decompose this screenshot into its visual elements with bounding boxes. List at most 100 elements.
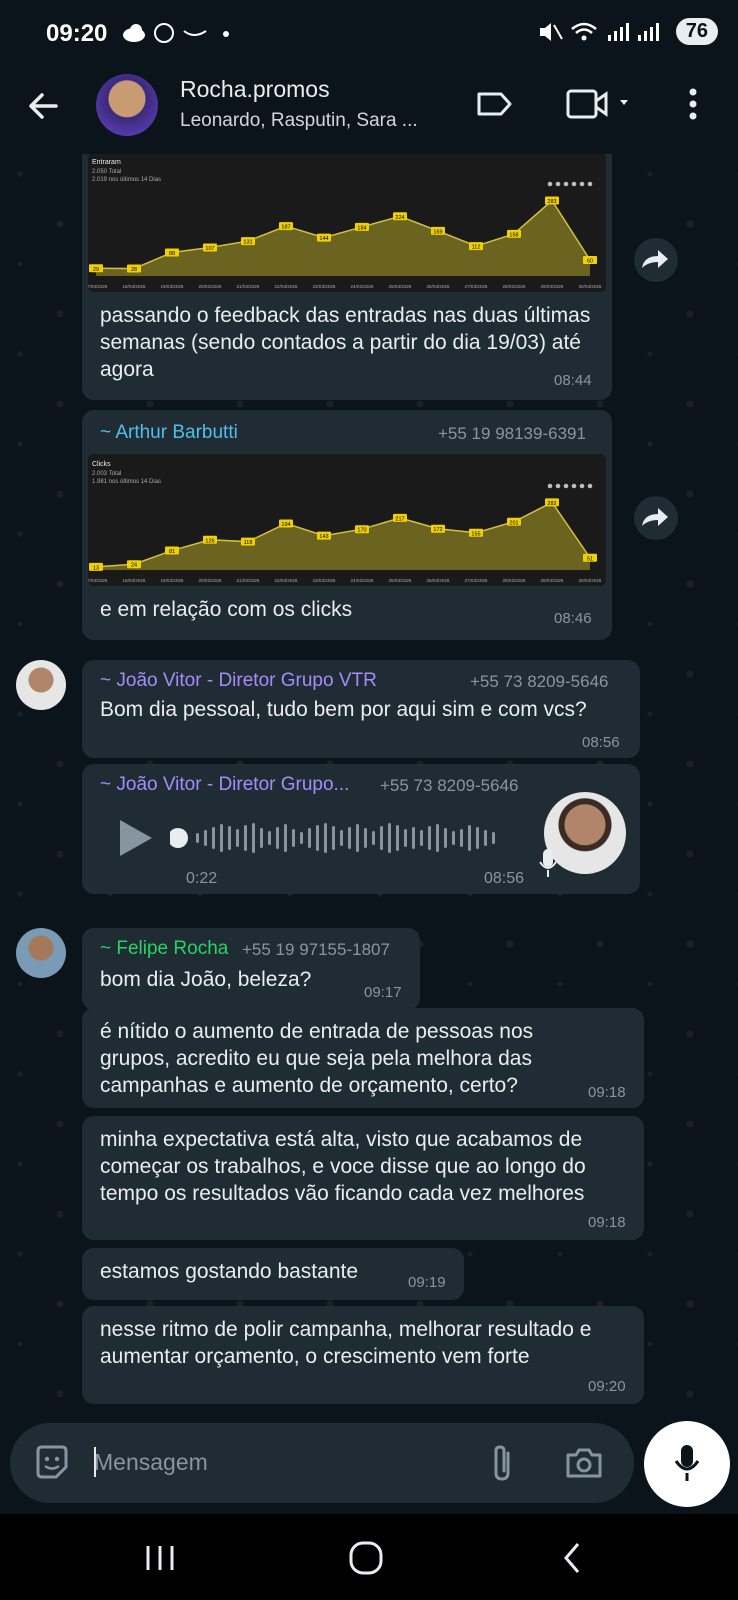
recents-button[interactable] (140, 1542, 180, 1579)
more-vertical-icon (689, 88, 697, 120)
chart-image-clicks[interactable]: Clicks 2.003 Total 1.981 nos últimos 14 Di… (88, 454, 606, 586)
forward-button[interactable] (634, 238, 678, 282)
message-input[interactable]: Mensagem (94, 1449, 208, 1476)
chart-toolbar-icon (571, 181, 577, 187)
sender-phone: +55 73 8209-5646 (470, 672, 609, 691)
attach-button[interactable] (488, 1443, 518, 1488)
message-bubble[interactable]: nesse ritmo de polir campanha, melhorar … (82, 1306, 644, 1404)
data-label-text: 201 (509, 520, 518, 526)
waveform-bar (284, 824, 287, 852)
camera-button[interactable] (564, 1443, 604, 1488)
waveform-bar (332, 826, 335, 850)
back-button[interactable] (24, 86, 64, 131)
waveform-bar (340, 830, 343, 846)
waveform-thumb (170, 828, 188, 848)
chat-area[interactable]: Entraram 2.050 Total 2.019 nos últimos 14 … (0, 154, 738, 1420)
waveform-bar (452, 831, 455, 845)
group-title[interactable]: Rocha.promos (180, 76, 330, 103)
data-label: 118 (241, 537, 255, 546)
chart-image-entries[interactable]: Entraram 2.050 Total 2.019 nos últimos 14 … (88, 154, 606, 292)
sender-avatar[interactable] (16, 660, 66, 710)
waveform-bar (412, 827, 415, 849)
message-bubble[interactable]: ~ Felipe Rocha +55 19 97155-1807 bom dia… (82, 928, 420, 1010)
menu-button[interactable] (686, 84, 700, 129)
system-icons: 76 (536, 18, 718, 45)
data-label-text: 51 (587, 556, 593, 562)
message-time: 09:18 (588, 1214, 626, 1231)
chart-toolbar-icon (579, 181, 585, 187)
data-label-text: 194 (281, 522, 290, 528)
group-avatar[interactable] (96, 74, 158, 136)
sender-name[interactable]: ~ Felipe Rocha (100, 938, 228, 960)
play-icon (120, 820, 152, 856)
message-time: 09:18 (588, 1084, 626, 1101)
message-bubble[interactable]: ~ Arthur Barbutti +55 19 98139-6391 Clic… (82, 410, 612, 640)
arrow-left-icon (29, 93, 58, 119)
x-tick-label: 21/03/2026 (237, 284, 260, 289)
recents-icon (146, 1546, 174, 1570)
chart-subtitle: 2.050 Total (92, 169, 121, 175)
message-bubble[interactable]: minha expectativa está alta, visto que a… (82, 1116, 644, 1240)
message-time: 08:46 (554, 610, 592, 627)
data-label: 155 (469, 528, 483, 537)
voice-waveform[interactable] (170, 814, 510, 862)
sender-name[interactable]: ~ Arthur Barbutti (100, 422, 238, 444)
home-button[interactable] (348, 1540, 384, 1581)
voice-record-button[interactable] (644, 1421, 730, 1507)
waveform-bar (404, 829, 407, 847)
waveform-bar (212, 827, 215, 849)
data-label: 224 (393, 212, 407, 221)
waveform-bar (204, 830, 207, 846)
home-icon (349, 1541, 383, 1575)
chevron-left-icon (564, 1543, 580, 1573)
sender-phone: +55 19 98139-6391 (438, 424, 586, 443)
message-bubble[interactable]: ~ João Vitor - Diretor Grupo VTR +55 73 … (82, 660, 640, 758)
waveform-bar (364, 828, 367, 848)
message-bubble[interactable]: Entraram 2.050 Total 2.019 nos últimos 14 … (82, 154, 612, 400)
data-label: 60 (583, 256, 597, 265)
sender-name[interactable]: ~ João Vitor - Diretor Grupo VTR (100, 670, 377, 692)
message-text: minha expectativa está alta, visto que a… (100, 1128, 586, 1205)
signal-icon-2 (637, 22, 659, 41)
sender-name[interactable]: ~ João Vitor - Diretor Grupo... (100, 774, 349, 796)
data-label: 187 (279, 222, 293, 231)
data-label-text: 283 (547, 199, 556, 205)
forward-button[interactable] (634, 496, 678, 540)
chart-clicks: Clicks 2.003 Total 1.981 nos últimos 14 Di… (88, 461, 602, 583)
message-bubble[interactable]: estamos gostando bastante 09:19 (82, 1248, 464, 1300)
x-tick-label: 19/03/2026 (161, 284, 184, 289)
waveform-bar (492, 832, 495, 844)
waveform-bar (396, 825, 399, 851)
data-label-text: 88 (169, 251, 175, 257)
data-label: 126 (203, 535, 217, 544)
chart-toolbar-icon (563, 483, 569, 489)
video-call-button[interactable] (566, 84, 636, 129)
chart-toolbar-icon (579, 483, 585, 489)
label-button[interactable] (474, 84, 514, 129)
chart-toolbar-icons (547, 181, 593, 187)
chart-area (96, 502, 590, 570)
sticker-button[interactable] (32, 1443, 72, 1488)
waveform-bar (308, 828, 311, 848)
x-tick-label: 29/03/2026 (541, 284, 564, 289)
data-label: 51 (583, 553, 597, 562)
data-label-text: 172 (433, 527, 442, 533)
microphone-icon (539, 849, 557, 877)
data-label-text: 131 (243, 240, 252, 246)
smile-icon (183, 30, 207, 36)
x-tick-label: 23/03/2026 (313, 284, 336, 289)
data-label-text: 217 (395, 516, 404, 522)
play-button[interactable] (118, 818, 154, 863)
sender-avatar[interactable] (16, 928, 66, 978)
dot-icon (223, 31, 229, 37)
message-composer[interactable]: Mensagem (10, 1423, 634, 1503)
message-bubble[interactable]: é nítido o aumento de entrada de pessoas… (82, 1008, 644, 1108)
message-time: 08:56 (582, 734, 620, 751)
voice-message-bubble[interactable]: ~ João Vitor - Diretor Grupo... +55 73 8… (82, 764, 640, 894)
x-tick-label: 27/03/2026 (465, 578, 488, 583)
data-label: 29 (89, 264, 103, 273)
group-members[interactable]: Leonardo, Rasputin, Sara ... (180, 110, 418, 132)
data-label-text: 158 (509, 232, 518, 238)
chart-toolbar-icon (587, 483, 593, 489)
back-nav-button[interactable] (560, 1540, 584, 1581)
